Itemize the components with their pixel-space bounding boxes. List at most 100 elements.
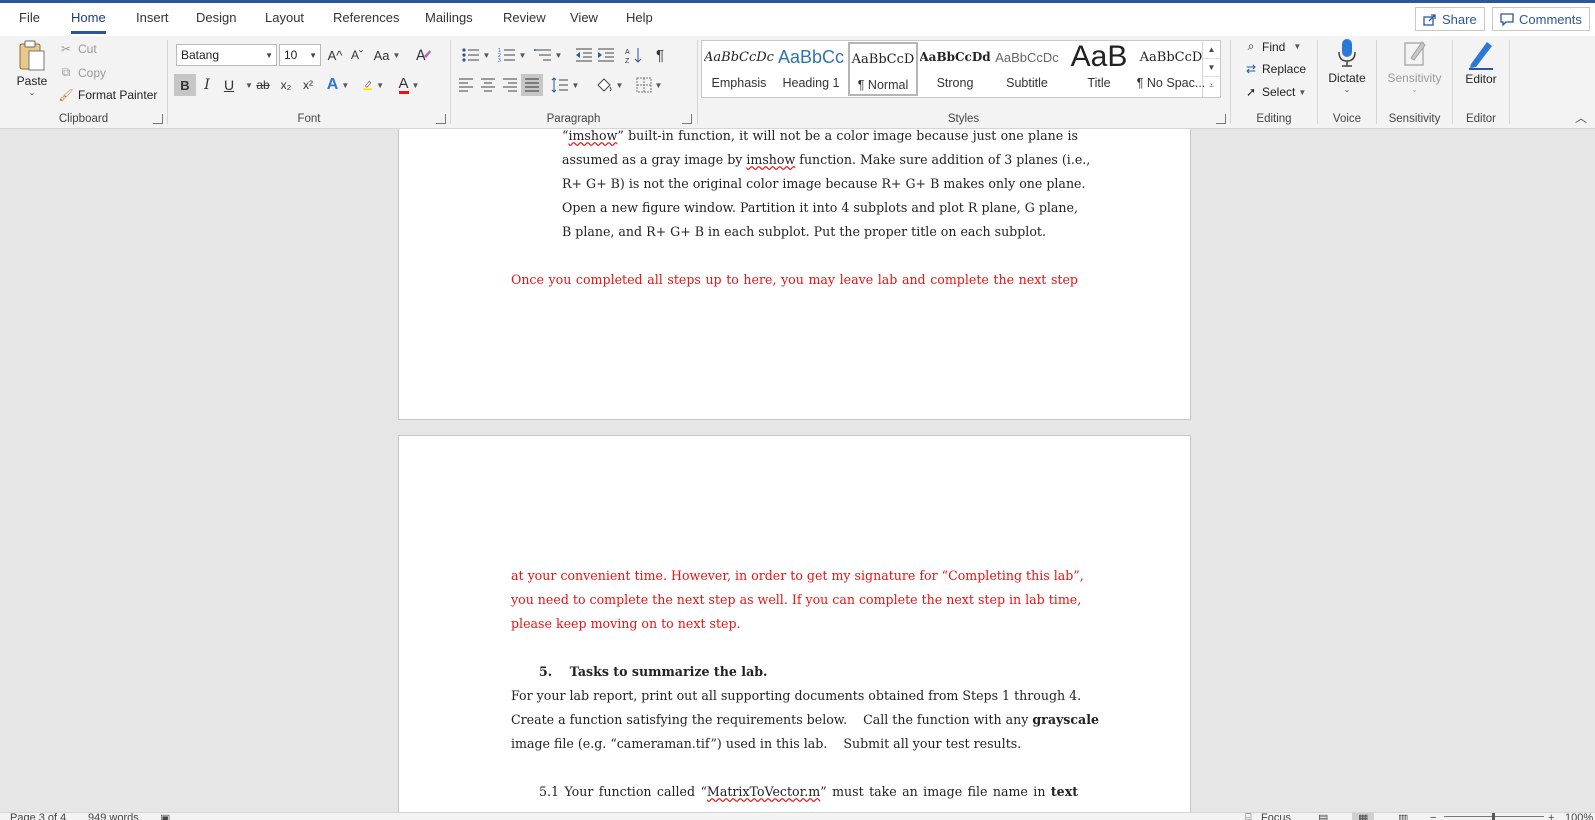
editor-button[interactable]: Editor	[1457, 38, 1505, 86]
print-layout-icon[interactable]: ▦	[1352, 813, 1375, 820]
tab-layout[interactable]: Layout	[265, 10, 304, 25]
underline-icon: U	[223, 77, 235, 93]
decrease-indent-button[interactable]	[573, 44, 595, 66]
align-right-button[interactable]	[499, 74, 521, 96]
paragraph-dialog-launcher[interactable]	[682, 114, 692, 124]
italic-button[interactable]: I	[196, 74, 218, 96]
dictate-button[interactable]: Dictate ⌄	[1322, 38, 1372, 94]
clear-formatting-button[interactable]: A	[412, 44, 434, 66]
shrink-font-button[interactable]: Aˇ	[346, 44, 368, 66]
text-run: Create a function satisfying the require…	[511, 712, 1033, 727]
chevron-down-icon: ▼	[1298, 87, 1307, 97]
replace-label: Replace	[1262, 62, 1307, 76]
replace-button[interactable]: ⇄ Replace	[1243, 62, 1306, 76]
chevron-down-icon: ▼	[341, 80, 350, 90]
zoom-slider-thumb[interactable]	[1492, 813, 1495, 820]
tab-file[interactable]: File	[19, 10, 40, 25]
body-line: For your lab report, print out all suppo…	[511, 688, 1082, 703]
bullet-list-icon	[461, 48, 479, 62]
tab-help[interactable]: Help	[626, 10, 653, 25]
justify-button[interactable]	[521, 74, 543, 96]
show-formatting-marks-button[interactable]: ¶	[649, 44, 671, 66]
strikethrough-button[interactable]: ab	[252, 74, 274, 96]
text-effects-button[interactable]: A ▼	[327, 74, 349, 96]
find-button[interactable]: ⌕ Find ▼	[1243, 39, 1302, 54]
font-size-select[interactable]: 10 ▼	[279, 44, 321, 66]
font-family-select[interactable]: Batang ▼	[176, 44, 277, 66]
svg-text:A: A	[625, 49, 630, 56]
tab-references[interactable]: References	[333, 10, 399, 25]
underline-button[interactable]: U	[218, 74, 240, 96]
misspelled-word[interactable]: imshow	[568, 129, 617, 143]
multilevel-list-icon	[533, 49, 551, 61]
body-line: image file (e.g. “cameraman.tif”) used i…	[511, 736, 1022, 751]
highlight-button[interactable]: ▼	[362, 74, 384, 96]
tab-mailings[interactable]: Mailings	[425, 10, 473, 25]
line-spacing-icon	[551, 77, 568, 93]
page-count[interactable]: Page 3 of 4	[10, 813, 66, 820]
font-color-button[interactable]: A ▼	[398, 74, 420, 96]
copy-button[interactable]: ⧉ Copy	[58, 65, 106, 80]
tab-view[interactable]: View	[570, 10, 598, 25]
misspelled-word[interactable]: MatrixToVector.m	[707, 784, 820, 799]
superscript-button[interactable]: x²	[297, 74, 319, 96]
read-mode-icon[interactable]: ▤	[1318, 813, 1328, 820]
text-run: 5.1 Your function called “	[539, 784, 707, 799]
sensitivity-button[interactable]: Sensitivity ⌄	[1382, 38, 1447, 94]
align-left-button[interactable]	[455, 74, 477, 96]
multilevel-list-button[interactable]: ▼	[531, 44, 565, 66]
document-page-3[interactable]: “imshow” built-in function, it will not …	[398, 129, 1191, 420]
text-effects-icon: A	[326, 76, 339, 93]
zoom-level[interactable]: 100%	[1565, 813, 1593, 820]
tab-insert[interactable]: Insert	[136, 10, 169, 25]
bold-icon: B	[180, 77, 190, 93]
bold-button[interactable]: B	[174, 74, 196, 96]
misspelled-word[interactable]: imshow	[746, 152, 795, 167]
borders-button[interactable]: ▼	[633, 74, 665, 96]
styles-dialog-launcher[interactable]	[1216, 114, 1226, 124]
font-dialog-launcher[interactable]	[436, 114, 446, 124]
font-group: Batang ▼ 10 ▼ A^ Aˇ Aa ▼ A B I U ▼ ab x₂ …	[168, 36, 450, 129]
align-center-icon	[481, 78, 495, 92]
focus-icon[interactable]: ⌸	[1245, 813, 1252, 820]
align-center-button[interactable]	[477, 74, 499, 96]
paragraph-group-label: Paragraph	[546, 113, 601, 125]
paste-button[interactable]: Paste ⌄	[14, 40, 50, 97]
shading-button[interactable]: ▼	[593, 74, 625, 96]
increase-indent-button[interactable]	[595, 44, 617, 66]
editing-group-label: Editing	[1256, 113, 1292, 125]
share-button[interactable]: Share	[1415, 7, 1485, 31]
document-page-4[interactable]: at your convenient time. However, in ord…	[398, 435, 1191, 812]
focus-button[interactable]: Focus	[1261, 813, 1291, 820]
word-count[interactable]: 949 words	[88, 813, 139, 820]
clipboard-dialog-launcher[interactable]	[153, 114, 163, 124]
grow-font-button[interactable]: A^	[324, 44, 346, 66]
sort-button[interactable]: AZ	[623, 44, 645, 66]
collapse-ribbon-icon[interactable]: ︿	[1575, 109, 1587, 126]
proofing-icon[interactable]: ▣	[160, 813, 170, 820]
tab-home[interactable]: Home	[71, 10, 106, 34]
body-line: R+ G+ B) is not the original color image…	[562, 176, 1086, 191]
line-spacing-button[interactable]: ▼	[549, 74, 581, 96]
chevron-down-icon: ▼	[482, 50, 491, 60]
format-painter-button[interactable]: 🖌 Format Painter	[58, 88, 157, 102]
document-canvas[interactable]: “imshow” built-in function, it will not …	[0, 129, 1595, 812]
comments-button[interactable]: Comments	[1492, 7, 1590, 31]
body-line: 5.1 Your function called “MatrixToVector…	[539, 780, 1078, 804]
change-case-button[interactable]: Aa ▼	[372, 44, 402, 66]
tab-review[interactable]: Review	[503, 10, 546, 25]
svg-text:3: 3	[498, 58, 501, 63]
numbering-button[interactable]: 1 2 3 ▼	[495, 44, 529, 66]
tab-design[interactable]: Design	[196, 10, 236, 25]
align-right-icon	[503, 78, 517, 92]
select-button[interactable]: ➚ Select ▼	[1243, 85, 1306, 99]
comments-label: Comments	[1519, 11, 1582, 27]
subscript-button[interactable]: x₂	[275, 74, 297, 96]
bullets-button[interactable]: ▼	[459, 44, 493, 66]
web-layout-icon[interactable]: ▥	[1398, 813, 1408, 820]
zoom-in-icon[interactable]: +	[1548, 813, 1554, 820]
cut-button[interactable]: ✂ Cut	[58, 42, 97, 56]
paint-bucket-icon	[596, 78, 612, 92]
dictate-label: Dictate	[1328, 71, 1366, 85]
zoom-out-icon[interactable]: −	[1430, 813, 1436, 820]
